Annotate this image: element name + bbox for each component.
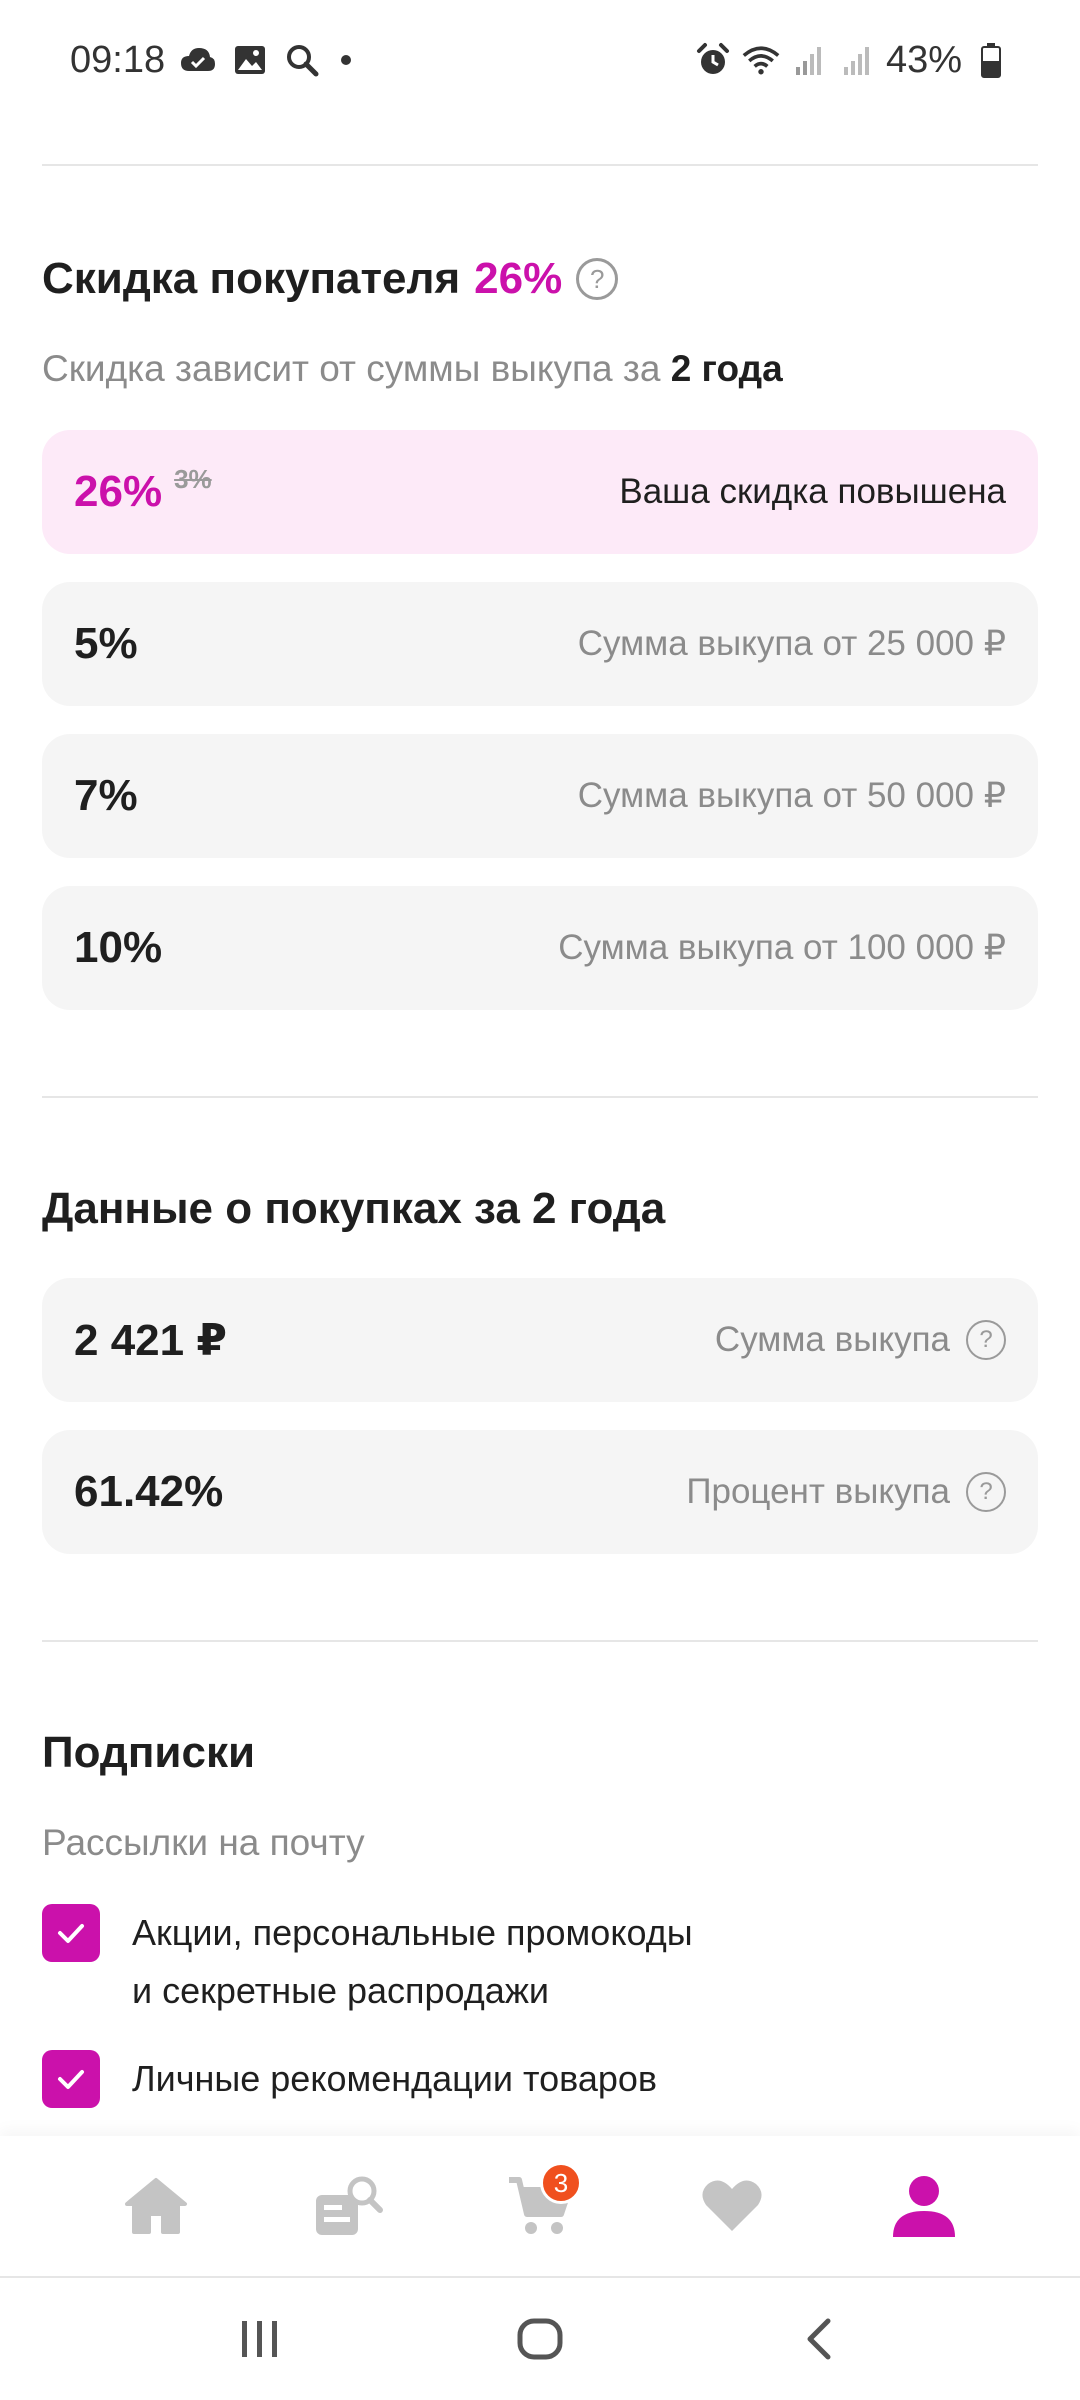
check-icon (58, 2070, 84, 2089)
help-icon[interactable]: ? (966, 1320, 1006, 1360)
divider (42, 1640, 1038, 1642)
signal-icon (790, 41, 828, 79)
subscription-recommendations-row[interactable]: Личные рекомендации товаров (42, 2050, 657, 2108)
subscription-promo-row[interactable]: Акции, персональные промокоды и секретны… (42, 1904, 693, 2020)
purchase-percent-label: Процент выкупа ? (686, 1472, 1006, 1512)
alarm-icon (694, 41, 732, 79)
promo-label-line1: Акции, персональные промокоды (132, 1912, 693, 1953)
purchases-title: Данные о покупках за 2 года (42, 1184, 665, 1234)
nav-catalog[interactable] (298, 2156, 398, 2256)
help-icon[interactable]: ? (966, 1472, 1006, 1512)
image-icon (231, 41, 269, 79)
subscriptions-subtitle: Рассылки на почту (42, 1822, 365, 1863)
discount-title: Скидка покупателя 26% ? (42, 254, 619, 304)
promo-label: Акции, персональные промокоды и секретны… (132, 1904, 693, 2020)
home-button[interactable] (500, 2299, 580, 2379)
discount-title-text: Скидка покупателя (42, 254, 461, 303)
nav-cart[interactable]: 3 (490, 2156, 590, 2256)
system-nav (0, 2276, 1080, 2400)
subscriptions-title-text: Подписки (42, 1728, 256, 1777)
discount-tier-card: 7% Сумма выкупа от 50 000 ₽ (42, 734, 1038, 858)
catalog-search-icon (316, 2176, 383, 2235)
home-circle-icon (517, 2318, 563, 2360)
discount-tier-card: 10% Сумма выкупа от 100 000 ₽ (42, 886, 1038, 1010)
subscriptions-title: Подписки (42, 1728, 255, 1778)
current-discount-card: 26% 3% Ваша скидка повышена (42, 430, 1038, 554)
battery-icon (972, 41, 1010, 79)
nav-home[interactable] (106, 2156, 206, 2256)
back-icon (807, 2318, 831, 2360)
current-discount-label: Ваша скидка повышена (619, 472, 1006, 511)
purchase-sum-label-text: Сумма выкупа (714, 1320, 950, 1359)
wifi-icon (742, 41, 780, 79)
discount-tier-card: 5% Сумма выкупа от 25 000 ₽ (42, 582, 1038, 706)
current-discount-value: 26% (74, 467, 163, 516)
discount-subtitle-bold: 2 года (670, 348, 783, 389)
status-time: 09:18 (70, 38, 166, 81)
battery-percent: 43% (885, 38, 962, 81)
purchases-title-text: Данные о покупках за 2 года (42, 1184, 666, 1233)
status-bar: 09:18 43% (0, 0, 1080, 120)
dot-icon (341, 55, 352, 65)
discount-subtitle-text: Скидка зависит от суммы выкупа за (42, 348, 671, 389)
favorites-icon (702, 2180, 762, 2231)
signal-icon (838, 41, 876, 79)
old-discount-value: 3% (174, 464, 212, 494)
help-icon[interactable]: ? (576, 258, 619, 300)
recents-icon (242, 2321, 277, 2357)
recents-button[interactable] (220, 2299, 300, 2379)
cart-badge: 3 (540, 2162, 582, 2204)
tier-label: Сумма выкупа от 25 000 ₽ (577, 624, 1006, 663)
tier-value: 7% (74, 771, 138, 820)
nav-profile[interactable] (874, 2156, 974, 2256)
tier-value: 5% (74, 619, 138, 668)
search-icon (283, 41, 321, 79)
tier-label: Сумма выкупа от 100 000 ₽ (558, 928, 1006, 967)
purchase-sum-label: Сумма выкупа ? (715, 1320, 1006, 1360)
promo-checkbox[interactable] (42, 1904, 100, 1962)
bottom-nav: 3 (0, 2136, 1080, 2276)
profile-icon (893, 2176, 955, 2237)
recommendations-checkbox[interactable] (42, 2050, 100, 2108)
check-icon (58, 1924, 84, 1943)
divider (42, 164, 1038, 166)
divider (42, 1096, 1038, 1098)
promo-label-line2: и секретные распродажи (132, 1970, 550, 2011)
purchase-percent-value: 61.42% (74, 1467, 224, 1516)
back-button[interactable] (780, 2299, 860, 2379)
recommendations-label: Личные рекомендации товаров (132, 2058, 658, 2099)
nav-favorites[interactable] (682, 2156, 782, 2256)
tier-label: Сумма выкупа от 50 000 ₽ (577, 776, 1006, 815)
cloud-icon (179, 41, 217, 79)
purchase-sum-value: 2 421 ₽ (74, 1315, 227, 1365)
home-icon (125, 2178, 187, 2234)
discount-subtitle: Скидка зависит от суммы выкупа за 2 года (42, 348, 783, 390)
purchase-percent-label-text: Процент выкупа (686, 1472, 950, 1511)
purchase-sum-card: 2 421 ₽ Сумма выкупа ? (42, 1278, 1038, 1402)
tier-value: 10% (74, 923, 163, 972)
purchase-percent-card: 61.42% Процент выкупа ? (42, 1430, 1038, 1554)
discount-value: 26% (474, 254, 563, 303)
